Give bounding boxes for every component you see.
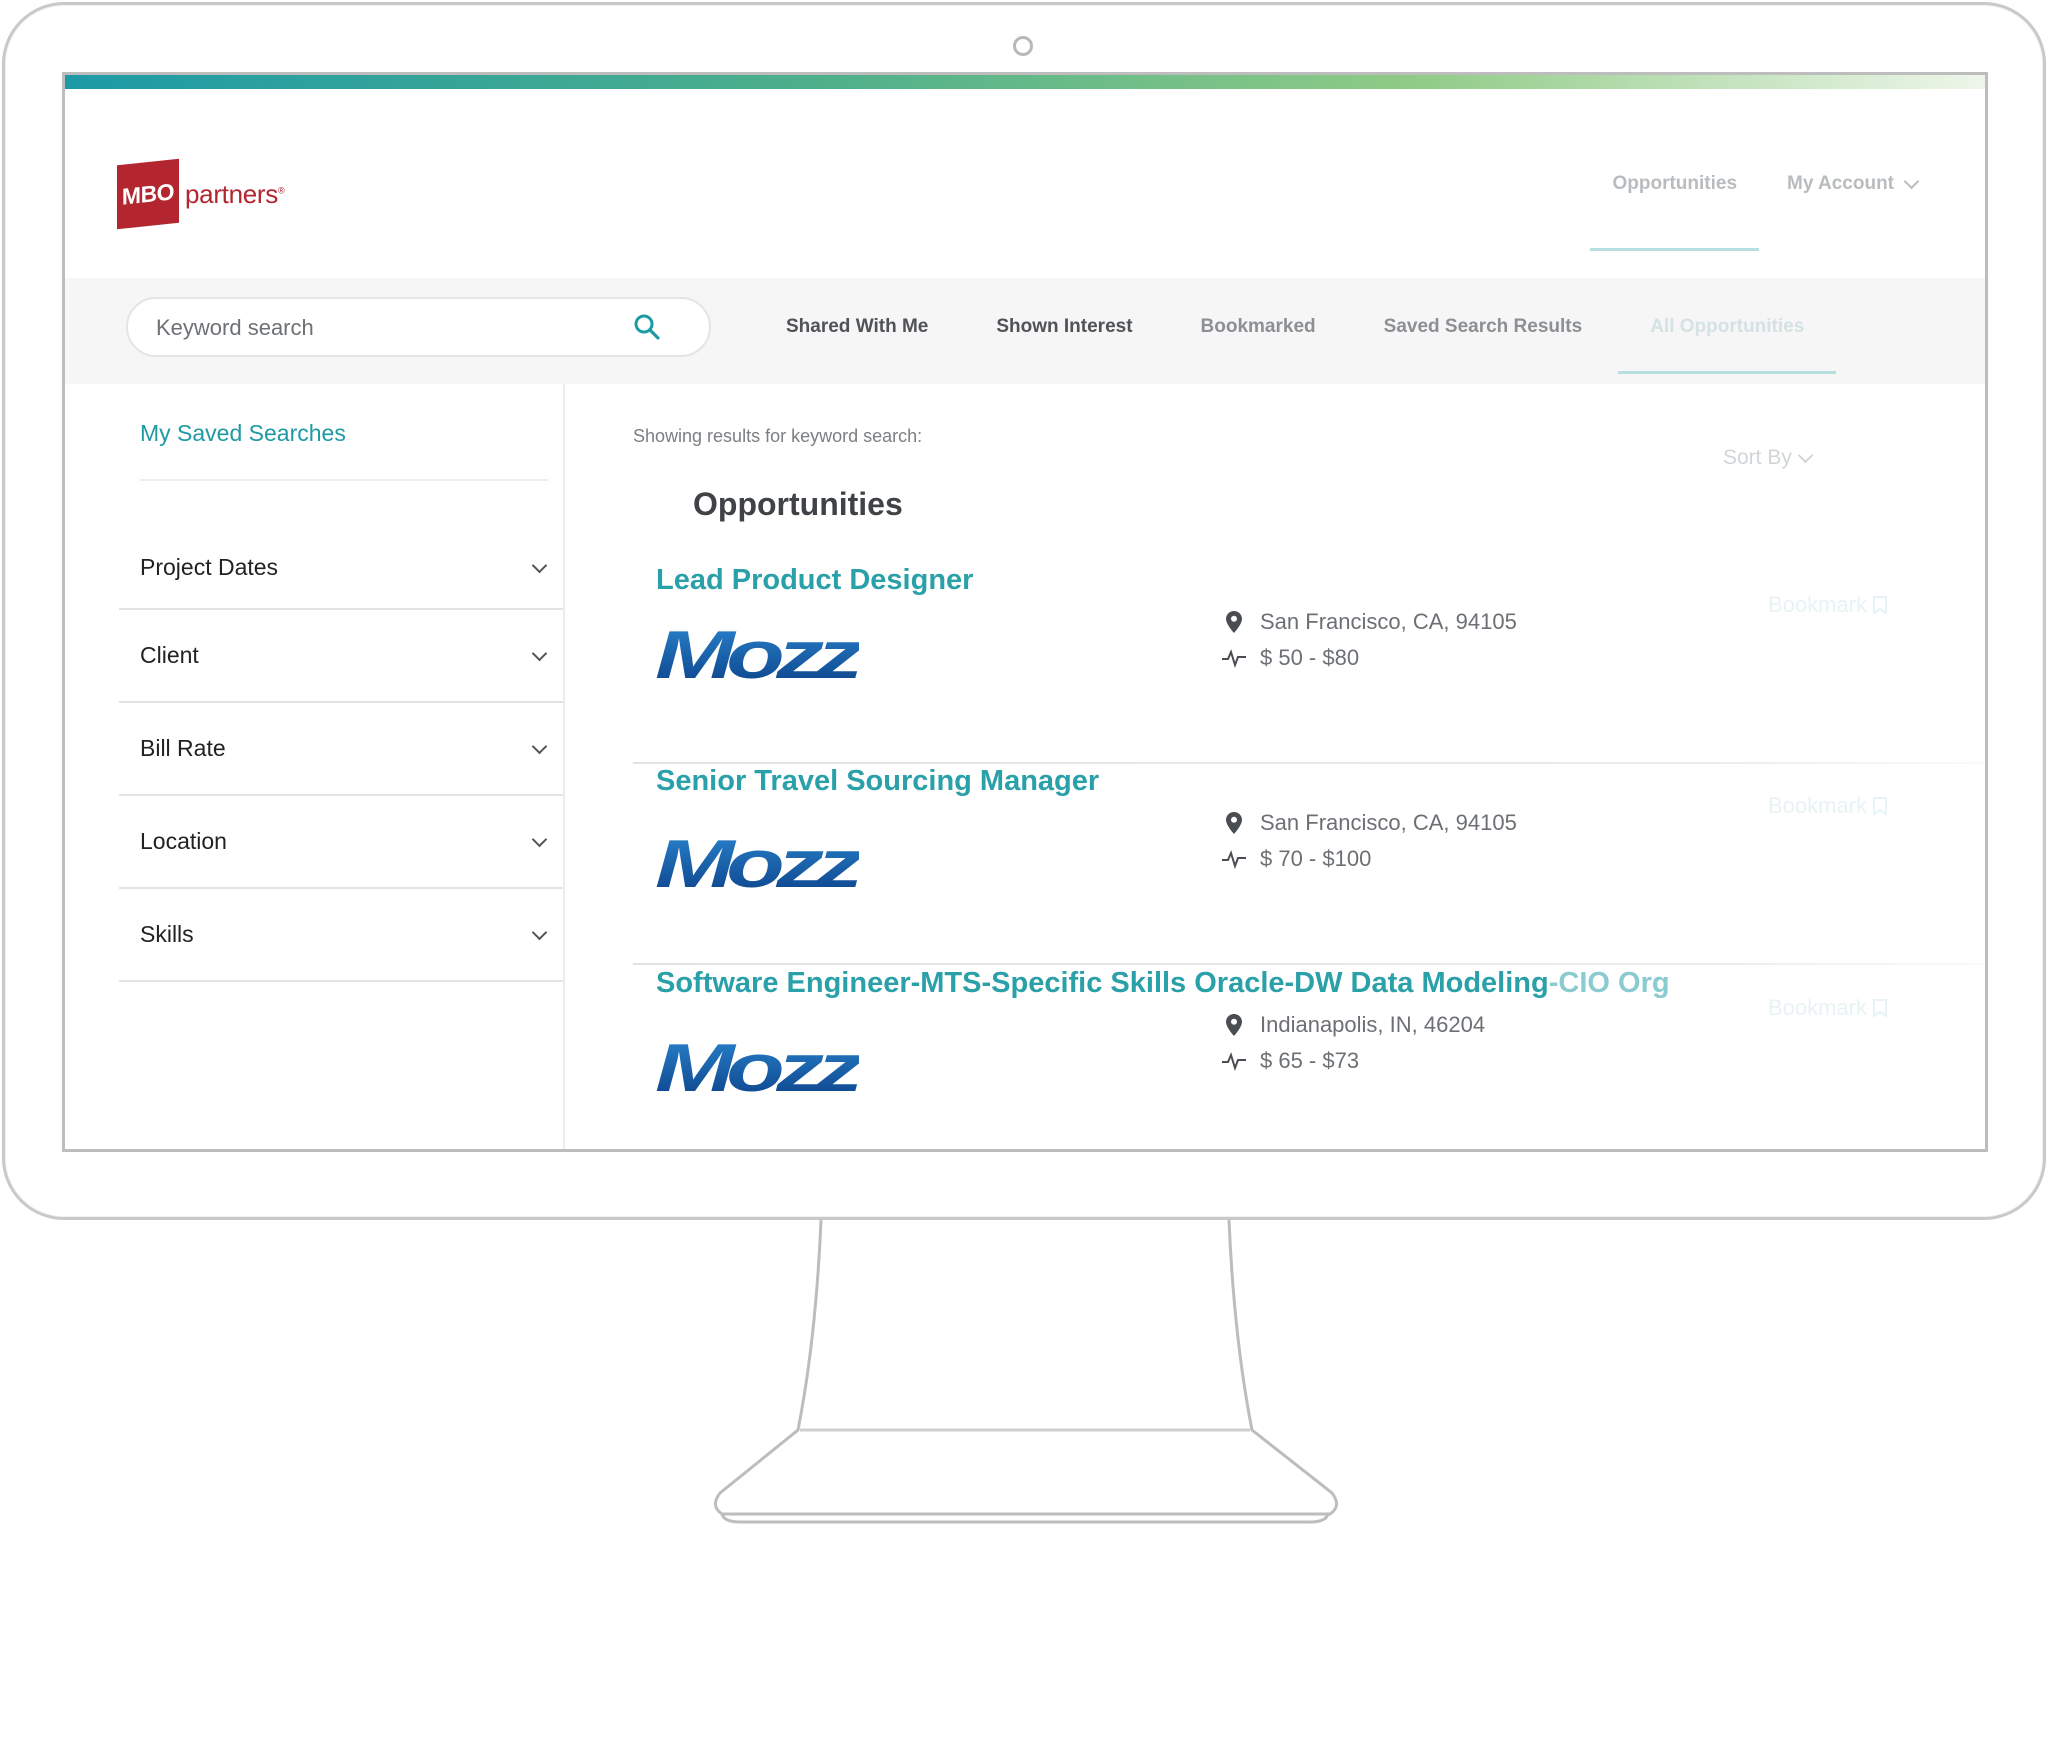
logo-wordmark: partners®	[185, 178, 285, 209]
filter-label: Location	[140, 828, 227, 854]
job-location-text: San Francisco, CA, 94105	[1260, 810, 1517, 835]
opportunity-tabs: Shared With Me Shown Interest Bookmarked…	[786, 316, 1872, 374]
app-header: MBO partners® Opportunities My Account	[65, 89, 1985, 278]
job-meta: San Francisco, CA, 94105 $ 70 - $100	[1220, 805, 1517, 877]
divider	[633, 762, 1983, 764]
location-pin-icon	[1220, 1014, 1248, 1036]
bookmark-label: Bookmark	[1768, 592, 1868, 617]
sort-by-label: Sort By	[1723, 446, 1792, 469]
filter-label: Project Dates	[140, 553, 279, 580]
tab-all-opportunities[interactable]: All Opportunities	[1618, 316, 1837, 374]
job-card: Software Engineer-MTS-Specific Skills Or…	[633, 967, 1983, 1149]
logo-badge: MBO	[117, 158, 179, 230]
mbo-partners-logo[interactable]: MBO partners®	[117, 158, 285, 230]
camera-icon	[1013, 36, 1033, 56]
filter-label: Client	[140, 642, 199, 668]
bookmark-button[interactable]: Bookmark	[1768, 592, 1888, 618]
tab-bookmarked[interactable]: Bookmarked	[1201, 316, 1316, 338]
keyword-search	[126, 297, 711, 357]
divider	[140, 479, 548, 481]
tab-saved-search-results[interactable]: Saved Search Results	[1384, 316, 1583, 338]
tab-shown-interest[interactable]: Shown Interest	[996, 316, 1132, 338]
tab-shared-with-me[interactable]: Shared With Me	[786, 316, 928, 338]
company-name: Mozz	[655, 1035, 859, 1099]
filter-label: Bill Rate	[140, 735, 226, 761]
company-logo-mozz[interactable]: Mozz	[653, 622, 859, 686]
job-rate-text: $ 70 - $100	[1260, 846, 1372, 871]
job-rate-text: $ 65 - $73	[1260, 1048, 1360, 1073]
bookmark-icon	[1873, 596, 1888, 614]
tab-bar: Shared With Me Shown Interest Bookmarked…	[65, 278, 1985, 384]
job-title-main: Software Engineer-MTS-Specific Skills Or…	[656, 967, 1549, 999]
top-accent-strip	[65, 75, 1985, 89]
chevron-down-icon	[531, 645, 548, 662]
filter-sidebar: My Saved Searches Project Dates Client B…	[65, 384, 565, 1149]
location-pin-icon	[1220, 611, 1248, 633]
chevron-down-icon	[531, 831, 548, 848]
job-location: Indianapolis, IN, 46204	[1220, 1007, 1485, 1043]
app-screen: MBO partners® Opportunities My Account S…	[62, 72, 1988, 1152]
chevron-down-icon	[531, 738, 548, 755]
company-name: Mozz	[655, 831, 859, 895]
monitor-stand	[714, 1219, 1338, 1524]
company-logo-mozz[interactable]: Mozz	[653, 831, 859, 895]
search-icon[interactable]	[633, 313, 661, 341]
filter-skills[interactable]: Skills	[119, 889, 563, 982]
nav-my-account-label: My Account	[1787, 173, 1894, 194]
job-rate: $ 70 - $100	[1220, 841, 1517, 877]
company-logo-mozz[interactable]: Mozz	[653, 1035, 859, 1099]
job-title[interactable]: Senior Travel Sourcing Manager	[656, 765, 1099, 798]
top-nav: Opportunities My Account	[1590, 173, 1920, 251]
filter-list: Project Dates Client Bill Rate Location …	[119, 526, 563, 982]
divider	[633, 963, 1983, 965]
results-note: Showing results for keyword search:	[633, 426, 923, 446]
company-name: Mozz	[655, 622, 859, 686]
sort-by-dropdown[interactable]: Sort By	[1723, 446, 1814, 470]
filter-location[interactable]: Location	[119, 796, 563, 889]
job-location-text: Indianapolis, IN, 46204	[1260, 1012, 1486, 1037]
job-card: Senior Travel Sourcing Manager Mozz San …	[633, 765, 1983, 965]
filter-project-dates[interactable]: Project Dates	[119, 526, 563, 610]
filter-client[interactable]: Client	[119, 610, 563, 703]
pulse-icon	[1220, 648, 1248, 668]
filter-bill-rate[interactable]: Bill Rate	[119, 703, 563, 796]
results-panel: Showing results for keyword search: Sort…	[565, 384, 1985, 1149]
nav-opportunities[interactable]: Opportunities	[1590, 173, 1759, 251]
bookmark-icon	[1873, 797, 1888, 815]
pulse-icon	[1220, 1051, 1248, 1071]
chevron-down-icon	[531, 924, 548, 941]
job-rate-text: $ 50 - $80	[1260, 645, 1360, 670]
chevron-down-icon	[1903, 173, 1920, 190]
job-location: San Francisco, CA, 94105	[1220, 805, 1517, 841]
bookmark-icon	[1873, 999, 1888, 1017]
filter-label: Skills	[140, 921, 194, 947]
job-rate: $ 50 - $80	[1220, 640, 1517, 676]
location-pin-icon	[1220, 812, 1248, 834]
job-card: Lead Product Designer Mozz San Francisco…	[633, 564, 1983, 764]
job-location-text: San Francisco, CA, 94105	[1260, 609, 1517, 634]
job-rate: $ 65 - $73	[1220, 1043, 1485, 1079]
bookmark-button[interactable]: Bookmark	[1768, 793, 1888, 819]
job-title[interactable]: Software Engineer-MTS-Specific Skills Or…	[656, 967, 1670, 1000]
nav-my-account[interactable]: My Account	[1787, 173, 1920, 195]
section-title: Opportunities	[693, 486, 903, 522]
bookmark-label: Bookmark	[1768, 995, 1868, 1020]
job-location: San Francisco, CA, 94105	[1220, 604, 1517, 640]
job-title[interactable]: Lead Product Designer	[656, 564, 973, 597]
search-input[interactable]	[154, 309, 628, 347]
bookmark-button[interactable]: Bookmark	[1768, 995, 1888, 1021]
job-meta: Indianapolis, IN, 46204 $ 65 - $73	[1220, 1007, 1485, 1079]
my-saved-searches-link[interactable]: My Saved Searches	[140, 420, 346, 447]
chevron-down-icon	[531, 557, 548, 573]
pulse-icon	[1220, 849, 1248, 869]
bookmark-label: Bookmark	[1768, 793, 1868, 818]
job-title-faded: -CIO Org	[1548, 967, 1670, 999]
job-meta: San Francisco, CA, 94105 $ 50 - $80	[1220, 604, 1517, 676]
chevron-down-icon	[1797, 447, 1814, 464]
